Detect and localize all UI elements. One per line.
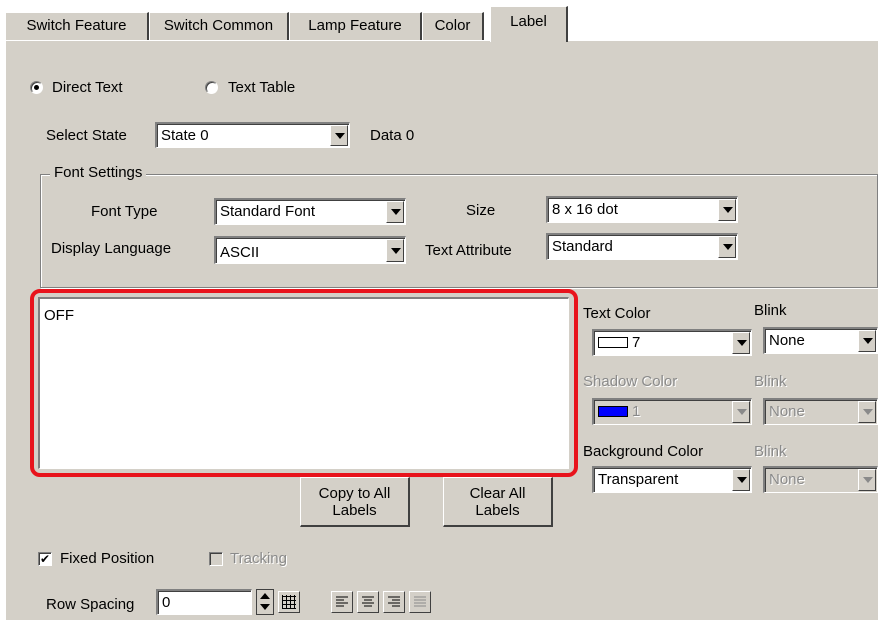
fixed-position-label: Fixed Position bbox=[60, 550, 155, 567]
shadow-blink-dropdown[interactable]: None bbox=[763, 398, 878, 425]
text-blink-value: None bbox=[769, 332, 805, 349]
shadow-color-dropdown[interactable]: 1 bbox=[592, 398, 752, 425]
shadow-blink-label: Blink bbox=[754, 373, 787, 390]
background-blink-dropdown[interactable]: None bbox=[763, 466, 878, 493]
text-blink-dropdown[interactable]: None bbox=[763, 327, 878, 354]
direct-text-radio[interactable] bbox=[30, 81, 43, 94]
select-state-dropdown[interactable]: State 0 bbox=[155, 122, 350, 148]
chevron-down-icon[interactable] bbox=[718, 199, 736, 221]
spin-down-icon[interactable] bbox=[260, 604, 270, 610]
tracking-checkbox[interactable] bbox=[209, 552, 223, 566]
chevron-down-icon[interactable] bbox=[858, 469, 876, 491]
font-settings-title: Font Settings bbox=[50, 164, 147, 182]
chevron-down-icon[interactable] bbox=[386, 239, 404, 262]
label-text-content: OFF bbox=[44, 307, 74, 324]
chevron-down-icon[interactable] bbox=[718, 236, 736, 258]
copy-to-all-labels-button[interactable]: Copy to All Labels bbox=[300, 477, 410, 527]
clear-button-line1: Clear All bbox=[469, 484, 526, 502]
row-spacing-label: Row Spacing bbox=[46, 596, 135, 613]
size-dropdown[interactable]: 8 x 16 dot bbox=[546, 196, 738, 223]
background-color-dropdown[interactable]: Transparent bbox=[592, 466, 752, 493]
select-state-label: Select State bbox=[46, 127, 127, 144]
font-type-label: Font Type bbox=[91, 203, 158, 220]
text-color-dropdown[interactable]: 7 bbox=[592, 329, 752, 356]
display-language-dropdown[interactable]: ASCII bbox=[214, 236, 406, 264]
tab-color[interactable]: Color bbox=[422, 12, 484, 40]
align-center-icon bbox=[362, 596, 374, 607]
color-swatch bbox=[598, 406, 628, 417]
row-spacing-value: 0 bbox=[162, 594, 171, 611]
tab-label[interactable]: Label bbox=[490, 6, 568, 42]
data-label: Data 0 bbox=[370, 127, 415, 144]
tab-switch-common[interactable]: Switch Common bbox=[149, 12, 289, 40]
clear-all-labels-button[interactable]: Clear All Labels bbox=[443, 477, 553, 527]
background-color-value: Transparent bbox=[598, 471, 679, 488]
shadow-color-value: 1 bbox=[632, 403, 641, 420]
text-table-radio[interactable] bbox=[205, 81, 218, 94]
align-left-icon bbox=[336, 596, 348, 607]
text-attribute-dropdown[interactable]: Standard bbox=[546, 233, 738, 260]
row-spacing-input[interactable]: 0 bbox=[156, 589, 252, 615]
chevron-down-icon[interactable] bbox=[858, 401, 876, 423]
display-language-label: Display Language bbox=[51, 240, 172, 257]
align-justify-button[interactable] bbox=[409, 591, 431, 613]
keypad-icon bbox=[282, 595, 296, 609]
align-justify-icon bbox=[414, 596, 426, 607]
chevron-down-icon[interactable] bbox=[386, 201, 404, 223]
align-center-button[interactable] bbox=[357, 591, 379, 613]
clear-button-line2: Labels bbox=[475, 501, 520, 519]
keypad-button[interactable] bbox=[278, 591, 300, 613]
tab-strip: Switch Feature Switch Common Lamp Featur… bbox=[0, 0, 878, 42]
font-settings-group bbox=[40, 174, 878, 288]
size-label: Size bbox=[466, 202, 496, 219]
chevron-down-icon[interactable] bbox=[732, 401, 750, 423]
direct-text-label: Direct Text bbox=[52, 79, 123, 96]
font-type-value: Standard Font bbox=[220, 203, 316, 220]
align-left-button[interactable] bbox=[331, 591, 353, 613]
spin-up-icon[interactable] bbox=[260, 593, 270, 599]
size-value: 8 x 16 dot bbox=[552, 201, 618, 218]
shadow-blink-value: None bbox=[769, 403, 805, 420]
align-right-icon bbox=[388, 596, 400, 607]
chevron-down-icon[interactable] bbox=[732, 332, 750, 354]
chevron-down-icon[interactable] bbox=[858, 330, 876, 352]
label-text-area[interactable]: OFF bbox=[38, 297, 569, 469]
align-right-button[interactable] bbox=[383, 591, 405, 613]
text-blink-label: Blink bbox=[754, 302, 787, 319]
tab-switch-feature[interactable]: Switch Feature bbox=[5, 12, 149, 40]
display-language-value: ASCII bbox=[220, 244, 260, 261]
chevron-down-icon[interactable] bbox=[732, 469, 750, 491]
chevron-down-icon[interactable] bbox=[330, 125, 348, 146]
background-blink-value: None bbox=[769, 471, 805, 488]
text-attribute-label: Text Attribute bbox=[425, 242, 512, 259]
text-color-label: Text Color bbox=[583, 305, 651, 322]
row-spacing-spinner[interactable] bbox=[256, 589, 274, 615]
color-swatch bbox=[598, 337, 628, 348]
text-color-value: 7 bbox=[632, 334, 641, 351]
shadow-color-label: Shadow Color bbox=[583, 373, 678, 390]
tracking-label: Tracking bbox=[230, 550, 287, 567]
background-color-label: Background Color bbox=[583, 443, 704, 460]
tab-lamp-feature[interactable]: Lamp Feature bbox=[289, 12, 422, 40]
select-state-value: State 0 bbox=[161, 127, 209, 144]
text-table-label: Text Table bbox=[228, 79, 296, 96]
fixed-position-checkbox[interactable]: ✔ bbox=[38, 552, 52, 566]
copy-button-line2: Labels bbox=[332, 501, 377, 519]
copy-button-line1: Copy to All bbox=[318, 484, 391, 502]
background-blink-label: Blink bbox=[754, 443, 787, 460]
font-type-dropdown[interactable]: Standard Font bbox=[214, 198, 406, 225]
text-attribute-value: Standard bbox=[552, 238, 613, 255]
